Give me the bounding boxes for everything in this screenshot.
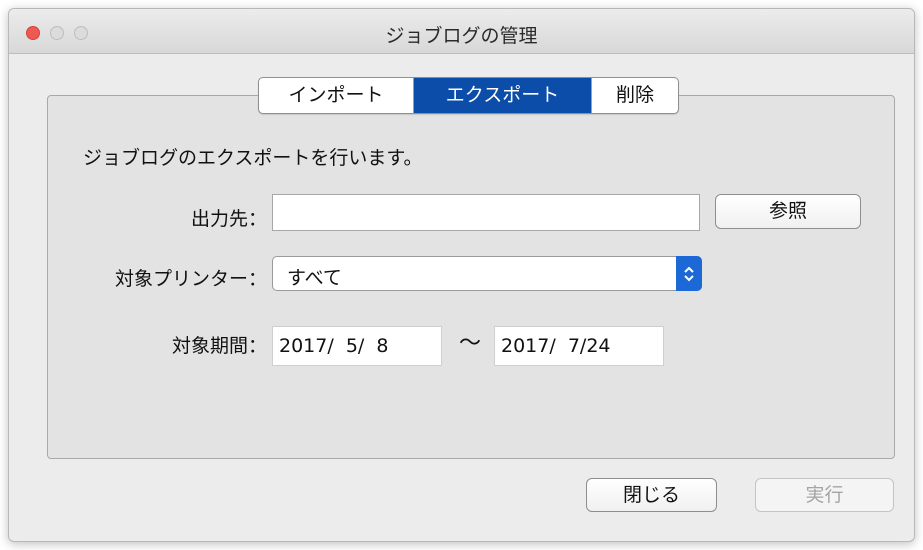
- period-end-input[interactable]: [494, 326, 664, 366]
- updown-chevron-icon: [676, 256, 702, 291]
- panel-description: ジョブログのエクスポートを行います。: [83, 147, 423, 169]
- period-separator: 〜: [459, 331, 482, 356]
- period-start-input[interactable]: [272, 326, 442, 366]
- tab-bar: インポート エクスポート 削除: [258, 77, 679, 114]
- output-path-input[interactable]: [272, 194, 700, 231]
- window-title: ジョブログの管理: [385, 25, 538, 47]
- period-label: 対象期間：: [171, 335, 267, 357]
- run-button[interactable]: 実行: [755, 478, 894, 512]
- title-bar: ジョブログの管理: [9, 9, 914, 54]
- job-log-window: ジョブログの管理 インポート エクスポート 削除 ジョブログのエクスポートを行い…: [8, 8, 915, 542]
- tab-delete[interactable]: 削除: [592, 78, 678, 113]
- printer-select[interactable]: すべて: [272, 256, 702, 291]
- printer-select-value: すべて: [287, 267, 342, 289]
- output-label: 出力先：: [190, 208, 267, 230]
- printer-label: 対象プリンター：: [114, 268, 267, 290]
- tab-export[interactable]: エクスポート: [414, 78, 592, 113]
- close-button[interactable]: 閉じる: [586, 478, 717, 512]
- browse-button[interactable]: 参照: [715, 194, 861, 229]
- tab-import[interactable]: インポート: [259, 78, 414, 113]
